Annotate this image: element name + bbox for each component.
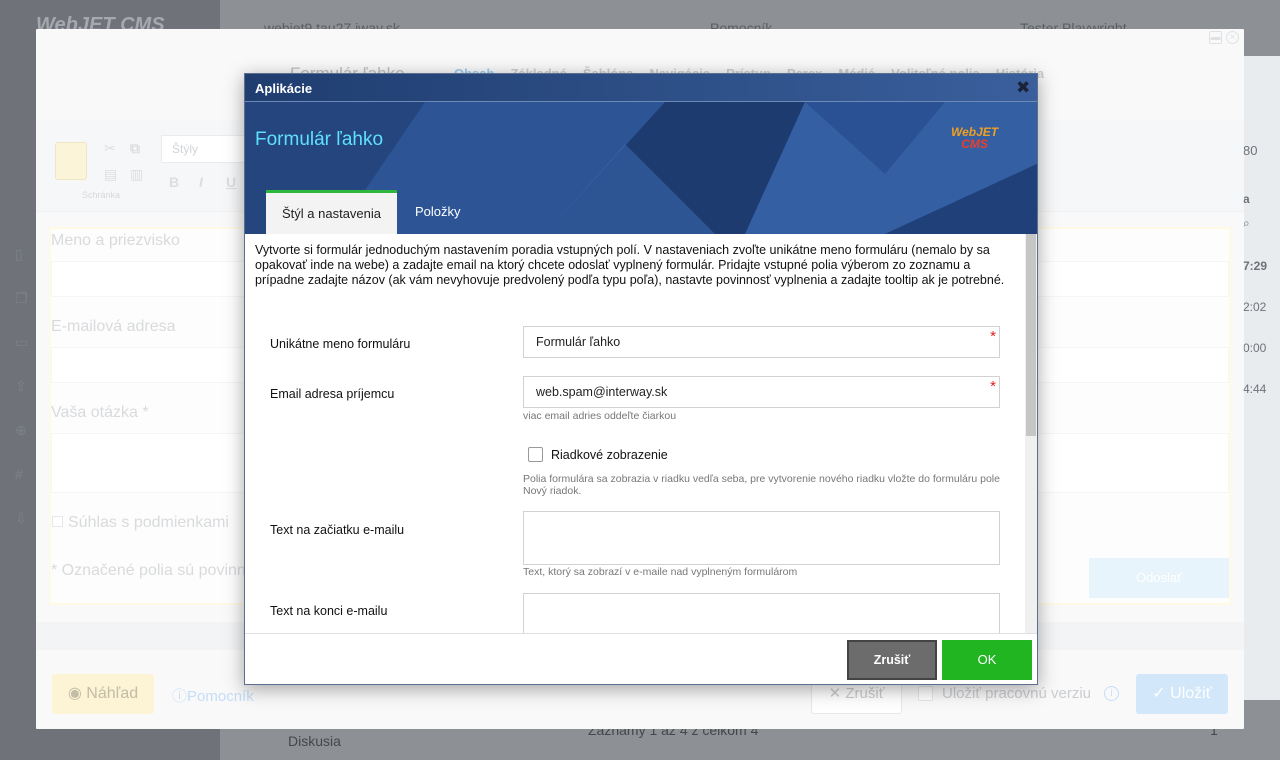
text-after-label: Text na konci e-mailu: [270, 604, 388, 618]
form-consent-checkbox[interactable]: [52, 516, 63, 527]
hash-icon[interactable]: #: [15, 466, 23, 482]
clipboard-group-label: Schránka: [82, 190, 121, 200]
minimize-icon[interactable]: ▬: [1209, 31, 1222, 44]
form-send-button[interactable]: Odoslať: [1089, 558, 1229, 598]
eye-icon: ◉: [67, 685, 87, 702]
copy-icon[interactable]: ⧉: [130, 140, 140, 157]
required-mark: *: [990, 328, 996, 345]
email-field[interactable]: web.spam@interway.sk *: [523, 376, 1000, 408]
close-icon[interactable]: ✖: [1016, 79, 1030, 96]
tab-items[interactable]: Položky: [399, 190, 477, 234]
dialog-body: Vytvorte si formulár jednoduchým nastave…: [245, 234, 1025, 633]
dialog-app-title: Formulár ľahko: [255, 129, 384, 150]
page-icon[interactable]: ▯: [15, 246, 23, 263]
right-value-3: 7:29: [1243, 259, 1268, 273]
dialog-titlebar-text: Aplikácie: [255, 81, 313, 96]
upload-icon[interactable]: ⇪: [15, 378, 27, 395]
inline-display-help: Polia formulára sa zobrazia v riadku ved…: [523, 473, 1000, 497]
cut-icon[interactable]: ✂: [104, 140, 116, 157]
right-value-1: 80: [1243, 143, 1258, 158]
editor-help-link[interactable]: ⓘPomocník: [172, 685, 254, 706]
right-value-5: 0:00: [1243, 341, 1267, 355]
question-icon: ⓘ: [172, 688, 188, 705]
dialog-scrollbar-thumb[interactable]: [1026, 234, 1036, 436]
email-help-text: viac email adries oddeľte čiarkou: [523, 410, 677, 422]
tab-style-settings[interactable]: Štýl a nastavenia: [266, 190, 398, 234]
right-value-6: 4:44: [1243, 382, 1267, 396]
text-before-help: Text, ktorý sa zobrazí v e-maile nad vyp…: [523, 566, 798, 578]
save-version-label: Uložiť pracovnú verziu: [942, 685, 1092, 702]
email-field-label: Email adresa príjemcu: [270, 387, 395, 401]
copy-page-icon[interactable]: ❐: [15, 290, 28, 307]
editor-help-label: Pomocník: [187, 688, 254, 705]
form-name-field-label: Unikátne meno formuláru: [270, 337, 411, 351]
x-icon: ✕: [828, 685, 846, 702]
form-name-field-value: Formulár ľahko: [536, 335, 621, 349]
paste-text-icon[interactable]: ▤: [104, 166, 117, 183]
form-consent-label: Súhlas s podmienkami: [68, 514, 229, 531]
save-version-checkbox[interactable]: [918, 686, 933, 701]
form-required-note: * Označené polia sú povinné: [51, 562, 255, 579]
form-name-label: Meno a priezvisko: [51, 232, 180, 249]
text-before-textarea[interactable]: [523, 511, 1000, 565]
download-icon[interactable]: ⇩: [15, 510, 27, 527]
inline-display-checkbox[interactable]: [528, 447, 543, 462]
logo-cms-text: CMS: [961, 137, 988, 151]
italic-button[interactable]: I: [199, 174, 203, 190]
paste-icon[interactable]: [55, 142, 87, 180]
apps-dialog: Aplikácie ✖ Formulár ľahko WebJET CMS Št…: [244, 73, 1038, 685]
editor-cancel-label: Zrušiť: [845, 685, 885, 702]
info-icon[interactable]: i: [1104, 686, 1119, 701]
save-button[interactable]: ✓ Uložiť: [1136, 674, 1228, 714]
inline-display-label: Riadkové zobrazenie: [551, 448, 668, 462]
file-icon[interactable]: ▭: [15, 334, 28, 351]
check-icon: ✓: [1152, 685, 1171, 702]
right-value-2: a: [1243, 192, 1250, 206]
add-file-icon[interactable]: ⊕: [15, 422, 27, 439]
dialog-ok-button[interactable]: OK: [942, 640, 1032, 680]
folder-item[interactable]: Diskusia: [288, 733, 341, 749]
preview-label: Náhľad: [86, 685, 139, 702]
underline-button[interactable]: U: [226, 174, 236, 190]
email-field-value: web.spam@interway.sk: [536, 385, 668, 399]
paste-word-icon[interactable]: ▥: [130, 166, 143, 183]
right-value-4: 2:02: [1243, 300, 1267, 314]
bold-button[interactable]: B: [169, 174, 179, 190]
dialog-titlebar: Aplikácie ✖: [245, 74, 1037, 102]
styles-dropdown[interactable]: Štýly: [161, 135, 251, 163]
form-name-field[interactable]: Formulár ľahko *: [523, 326, 1000, 358]
dialog-cancel-button[interactable]: Zrušiť: [847, 640, 937, 680]
preview-button[interactable]: ◉ Náhľad: [52, 674, 154, 714]
dialog-footer: Zrušiť OK: [245, 633, 1037, 684]
form-email-label: E-mailová adresa: [51, 318, 176, 335]
dialog-header: Aplikácie ✖ Formulár ľahko WebJET CMS Št…: [245, 74, 1037, 234]
text-before-label: Text na začiatku e-mailu: [270, 523, 405, 537]
required-mark: *: [990, 378, 996, 395]
dialog-intro-text: Vytvorte si formulár jednoduchým nastave…: [255, 243, 1005, 287]
text-after-textarea[interactable]: [523, 593, 1000, 633]
save-label: Uložiť: [1170, 685, 1212, 702]
close-window-icon[interactable]: ×: [1226, 31, 1239, 44]
search-icon[interactable]: ⌕: [1243, 216, 1250, 231]
form-question-label: Vaša otázka *: [51, 404, 149, 421]
webjet-cms-logo: WebJET CMS: [951, 126, 998, 150]
